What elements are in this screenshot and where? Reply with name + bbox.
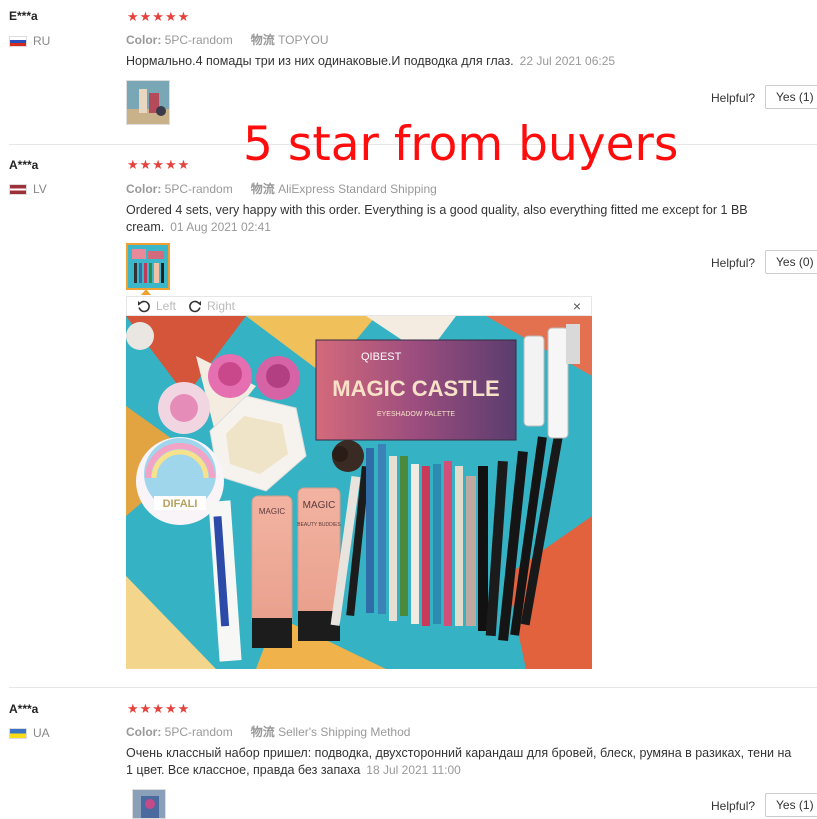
review-photo-thumbnail[interactable] <box>132 789 166 819</box>
color-label: Color: <box>126 725 162 739</box>
review-photo-thumbnail-selected[interactable] <box>126 243 170 290</box>
latvia-flag-icon <box>9 183 27 195</box>
country-code: UA <box>33 726 50 740</box>
color-value: 5PC-random <box>164 33 233 47</box>
review-meta: Color: 5PC-random 物流 AliExpress Standard … <box>126 180 437 197</box>
color-value: 5PC-random <box>164 182 233 196</box>
selected-thumbnail-caret <box>141 289 151 295</box>
buyer-name: A***a <box>9 158 39 172</box>
review-date: 18 Jul 2021 11:00 <box>366 763 461 777</box>
image-viewer-toolbar: Left Right × <box>126 296 592 316</box>
helpful-yes-button[interactable]: Yes (1) <box>765 793 817 817</box>
review-meta: Color: 5PC-random 物流 Seller's Shipping Me… <box>126 723 410 740</box>
ukraine-flag-icon <box>9 727 27 739</box>
review-text: Нормально.4 помады три из них одинаковые… <box>126 53 796 70</box>
buyer-country: LV <box>9 182 47 196</box>
review-text: Ordered 4 sets, very happy with this ord… <box>126 202 796 236</box>
logistics-label: 物流 <box>250 182 275 196</box>
rating-stars: ★★★★★ <box>127 701 191 716</box>
buyer-country: RU <box>9 34 50 48</box>
rating-stars: ★★★★★ <box>127 157 191 172</box>
review-meta: Color: 5PC-random 物流 TOPYOU <box>126 31 329 48</box>
logistics-label: 物流 <box>250 33 275 47</box>
helpful-yes-button[interactable]: Yes (1) <box>765 85 817 109</box>
rotate-left-label: Left <box>156 299 177 313</box>
buyer-country: UA <box>9 726 50 740</box>
palette-subtitle: EYESHADOW PALETTE <box>377 411 455 418</box>
rotate-left-button[interactable]: Left <box>137 299 176 313</box>
rotate-left-icon <box>138 300 150 313</box>
promo-overlay-text: 5 star from buyers <box>243 117 679 172</box>
review-divider <box>9 687 817 688</box>
color-label: Color: <box>126 182 162 196</box>
helpful-label: Helpful? <box>711 799 756 813</box>
tube-label-2: MAGIC <box>303 500 336 511</box>
review-date: 22 Jul 2021 06:25 <box>519 54 616 68</box>
helpful-label: Helpful? <box>711 91 756 105</box>
review-body: Нормально.4 помады три из них одинаковые… <box>126 54 514 68</box>
country-code: RU <box>33 34 51 48</box>
close-icon[interactable]: × <box>573 298 581 314</box>
review-date: 01 Aug 2021 02:41 <box>170 220 271 234</box>
review-photo-thumbnail[interactable] <box>126 80 170 125</box>
color-label: Color: <box>126 33 162 47</box>
country-code: LV <box>33 182 47 196</box>
russia-flag-icon <box>9 35 27 47</box>
rotate-right-icon <box>189 300 201 313</box>
shipping-value: TOPYOU <box>278 33 329 47</box>
color-value: 5PC-random <box>164 725 233 739</box>
rotate-right-label: Right <box>207 299 236 313</box>
palette-title: MAGIC CASTLE <box>332 376 499 401</box>
rating-stars: ★★★★★ <box>127 9 191 24</box>
shipping-value: AliExpress Standard Shipping <box>278 182 437 196</box>
shipping-value: Seller's Shipping Method <box>278 725 411 739</box>
compact-label: DIFALI <box>163 498 198 510</box>
tube-sub-label: BEAUTY BUDDIES <box>297 522 341 528</box>
palette-brand: QIBEST <box>361 351 402 363</box>
review-photo-enlarged: DIFALI QIBEST MAGIC CASTLE EYESHADOW PAL… <box>126 316 592 669</box>
review-text: Очень классный набор пришел: подводка, д… <box>126 745 796 779</box>
rotate-right-button[interactable]: Right <box>188 299 235 313</box>
buyer-name: A***a <box>9 702 39 716</box>
helpful-yes-button[interactable]: Yes (0) <box>765 250 817 274</box>
buyer-name: E***a <box>9 9 38 23</box>
tube-label-1: MAGIC <box>259 507 285 516</box>
logistics-label: 物流 <box>250 725 275 739</box>
helpful-label: Helpful? <box>711 256 756 270</box>
